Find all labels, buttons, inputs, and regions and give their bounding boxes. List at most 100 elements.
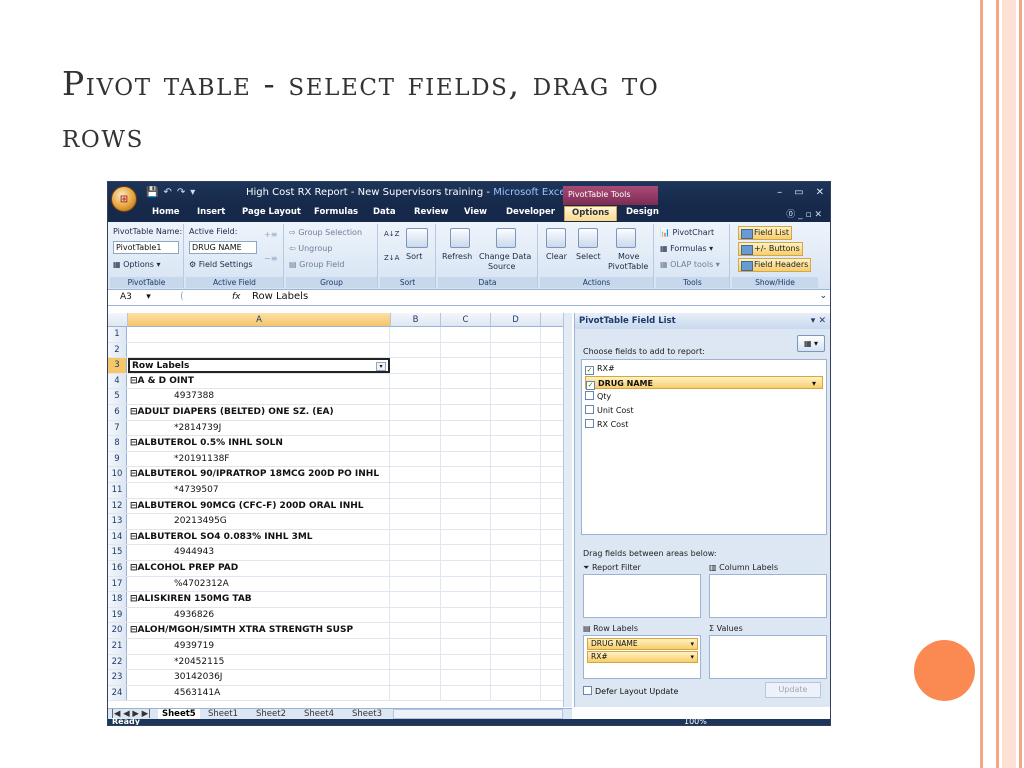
tab-design[interactable]: Design (626, 207, 659, 217)
group-selection-button[interactable]: ⇨ Group Selection (289, 228, 362, 237)
formula-cancel-icon[interactable]: ( (180, 291, 184, 302)
cell[interactable] (128, 327, 390, 342)
checkbox-icon[interactable] (585, 419, 594, 428)
options-button[interactable]: ▦ Options ▾ (113, 260, 161, 269)
row-number[interactable]: 15 (108, 545, 127, 560)
cell[interactable] (441, 373, 491, 389)
tab-home[interactable]: Home (152, 207, 180, 217)
row-labels-cell[interactable]: Row Labels ▾ (128, 358, 390, 373)
change-data-source-label[interactable]: Source (488, 262, 515, 271)
checkbox-icon[interactable] (583, 686, 592, 695)
cell[interactable] (441, 576, 491, 592)
group-field-button[interactable]: ▤ Group Field (289, 260, 344, 269)
tab-developer[interactable]: Developer (506, 207, 555, 217)
undo-icon[interactable]: ↶ (163, 187, 171, 198)
field-settings-button[interactable]: ⚙ Field Settings (189, 260, 253, 269)
cell[interactable] (441, 358, 491, 373)
field-unit-cost[interactable]: Unit Cost (585, 404, 823, 417)
row-number[interactable]: 4 (108, 373, 127, 389)
field-rx[interactable]: ✓ RX# (585, 362, 823, 375)
pivotchart-button[interactable]: 📊 PivotChart (660, 228, 714, 237)
row-number[interactable]: 3 (108, 358, 127, 373)
cell[interactable] (128, 342, 390, 358)
column-header-d[interactable]: D (491, 313, 541, 327)
change-data-source-icon[interactable] (496, 228, 516, 248)
cell[interactable] (491, 436, 541, 451)
cell[interactable]: *2814739J (128, 420, 390, 436)
cell[interactable] (491, 420, 541, 436)
row-number[interactable]: 17 (108, 576, 127, 592)
sort-az-icon[interactable]: A↓Z (384, 230, 399, 238)
cell[interactable] (441, 545, 491, 560)
column-header-c[interactable]: C (441, 313, 491, 327)
cell[interactable] (391, 358, 441, 373)
cell[interactable]: *20191138F (128, 451, 390, 467)
cell[interactable] (391, 639, 441, 654)
cell[interactable] (391, 623, 441, 638)
cell[interactable] (441, 685, 491, 701)
cell[interactable] (441, 654, 491, 670)
sort-icon[interactable] (406, 228, 428, 248)
row-number[interactable]: 6 (108, 405, 127, 420)
column-header-b[interactable]: B (391, 313, 441, 327)
cell[interactable]: %4702312A (128, 576, 390, 592)
cell[interactable] (391, 389, 441, 404)
cell[interactable] (491, 576, 541, 592)
formulas-button[interactable]: ▦ Formulas ▾ (660, 244, 713, 253)
row-number[interactable]: 8 (108, 436, 127, 451)
cell[interactable]: 4944943 (128, 545, 390, 560)
move-pivottable-label[interactable]: PivotTable (608, 262, 648, 271)
cell[interactable] (491, 607, 541, 623)
tab-review[interactable]: Review (414, 207, 448, 217)
chevron-down-icon[interactable]: ▾ (690, 652, 694, 662)
cell[interactable] (441, 623, 491, 638)
field-list-layout-icon[interactable]: ▦ ▾ (797, 335, 825, 352)
cell[interactable] (391, 607, 441, 623)
cell[interactable] (491, 592, 541, 607)
cell[interactable] (491, 685, 541, 701)
cell[interactable] (391, 420, 441, 436)
tab-insert[interactable]: Insert (197, 207, 225, 217)
column-header-a[interactable]: A (128, 313, 391, 327)
fx-icon[interactable]: fx (232, 292, 241, 302)
tab-formulas[interactable]: Formulas (314, 207, 358, 217)
close-icon[interactable]: ✕ (816, 187, 824, 198)
change-data-button[interactable]: Change Data (479, 252, 531, 261)
cell[interactable] (491, 389, 541, 404)
cell[interactable] (491, 561, 541, 576)
sheet-tab-sheet3[interactable]: Sheet3 (352, 709, 382, 719)
row-number[interactable]: 12 (108, 498, 127, 514)
cell[interactable] (391, 654, 441, 670)
cell[interactable] (441, 639, 491, 654)
select-button[interactable]: Select (576, 252, 601, 261)
expand-field-icon[interactable]: +≡ (264, 230, 277, 239)
clear-button[interactable]: Clear (546, 252, 567, 261)
vertical-scrollbar[interactable] (563, 313, 572, 707)
field-list-button[interactable]: Field List (738, 226, 792, 240)
move-pivottable-icon[interactable] (616, 228, 636, 248)
field-drug-name[interactable]: ✓ DRUG NAME ▾ (585, 376, 823, 390)
cell[interactable]: *20452115 (128, 654, 390, 670)
cell[interactable]: 20213495G (128, 514, 390, 529)
field-headers-button[interactable]: Field Headers (738, 258, 812, 272)
row-number[interactable]: 2 (108, 342, 127, 358)
cell[interactable] (391, 436, 441, 451)
select-all-corner[interactable] (108, 313, 128, 327)
tab-options[interactable]: Options (564, 206, 618, 221)
group-label-cell[interactable]: ⊟ALBUTEROL 0.5% INHL SOLN (128, 436, 390, 451)
horizontal-scrollbar[interactable] (393, 709, 563, 719)
cell[interactable] (441, 420, 491, 436)
cell[interactable] (491, 623, 541, 638)
checkbox-icon[interactable]: ✓ (585, 366, 594, 375)
row-number[interactable]: 9 (108, 451, 127, 467)
zoom-level[interactable]: 100% (684, 717, 707, 725)
sheet-tab-sheet4[interactable]: Sheet4 (304, 709, 334, 719)
ungroup-button[interactable]: ⇦ Ungroup (289, 244, 332, 253)
cell[interactable] (391, 483, 441, 498)
save-icon[interactable]: 💾 (146, 187, 158, 198)
cell[interactable]: 4937388 (128, 389, 390, 404)
cell[interactable] (491, 373, 541, 389)
cell[interactable] (491, 514, 541, 529)
group-label-cell[interactable]: ⊟ADULT DIAPERS (BELTED) ONE SZ. (EA) (128, 405, 390, 420)
cell[interactable] (391, 451, 441, 467)
